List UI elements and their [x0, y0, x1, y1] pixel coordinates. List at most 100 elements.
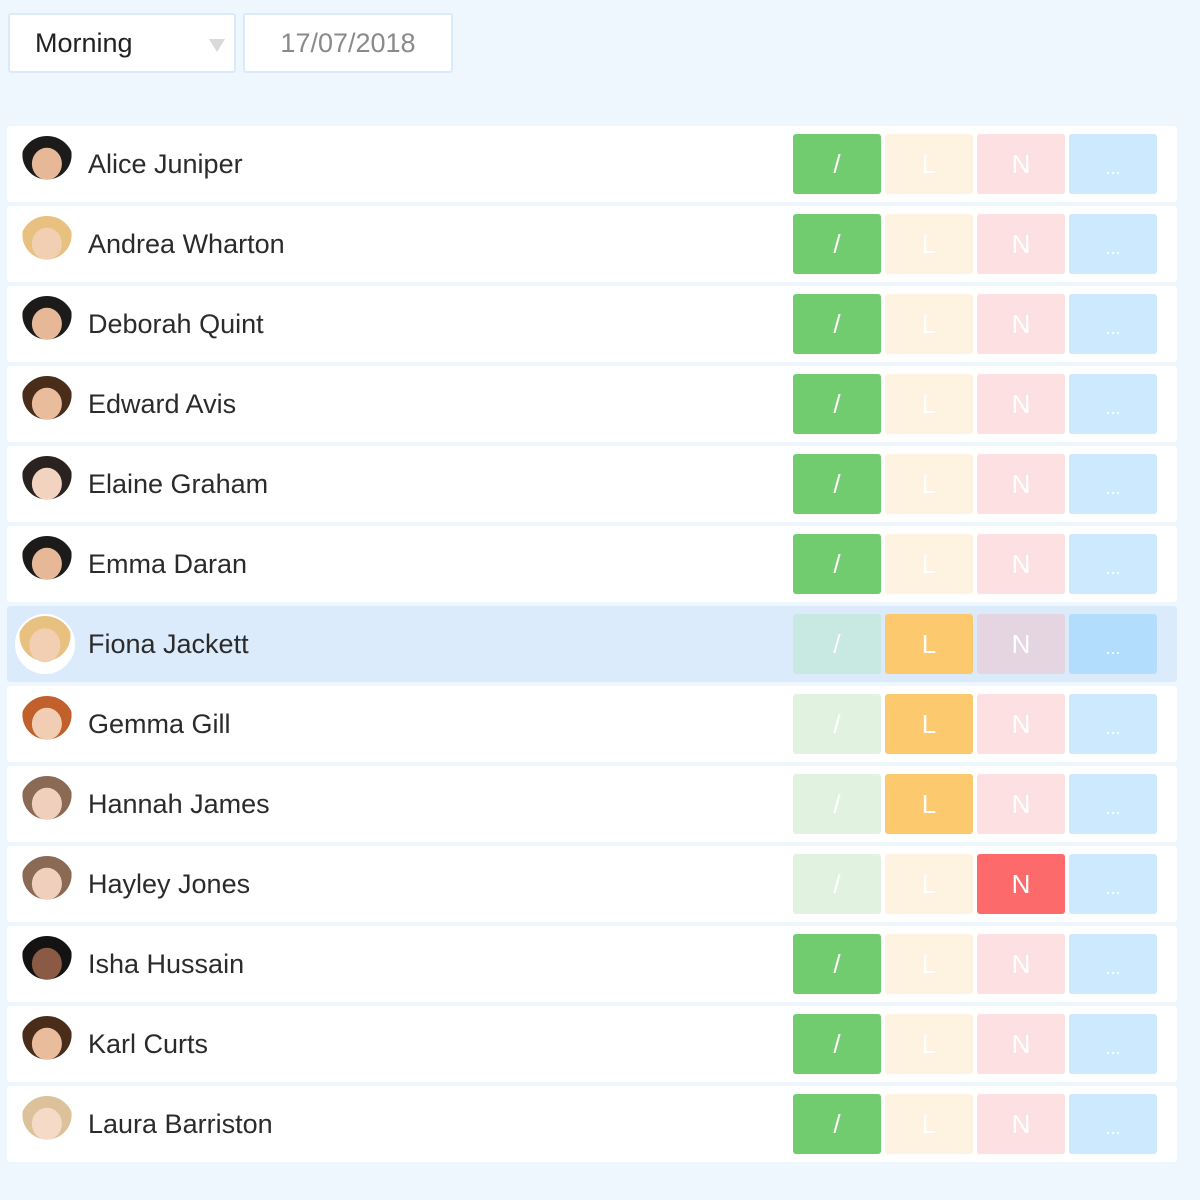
mark-present-button[interactable]: / — [793, 454, 881, 514]
mark-more-button[interactable]: ... — [1069, 774, 1157, 834]
mark-present-button[interactable]: / — [793, 854, 881, 914]
student-name: Edward Avis — [88, 388, 237, 419]
mark-late-button[interactable]: L — [885, 694, 973, 754]
student-name: Hannah James — [88, 788, 270, 819]
avatar — [15, 614, 75, 674]
attendance-buttons: / L N... — [793, 614, 1157, 674]
student-name: Hayley Jones — [88, 868, 251, 899]
attendance-buttons: / L N... — [793, 774, 1157, 834]
student-row[interactable]: Fiona Jackett / L N... — [7, 606, 1177, 682]
student-row[interactable]: Edward Avis / L N... — [7, 366, 1177, 442]
mark-present-button[interactable]: / — [793, 934, 881, 994]
mark-late-button[interactable]: L — [885, 614, 973, 674]
student-name: Karl Curts — [88, 1028, 209, 1059]
mark-late-button[interactable]: L — [885, 774, 973, 834]
student-name: Elaine Graham — [88, 468, 269, 499]
student-row[interactable]: Andrea Wharton / L N... — [7, 206, 1177, 282]
student-name: Emma Daran — [88, 548, 248, 579]
mark-present-button[interactable]: / — [793, 214, 881, 274]
student-row[interactable]: Elaine Graham / L N... — [7, 446, 1177, 522]
mark-more-button[interactable]: ... — [1069, 294, 1157, 354]
mark-absent-button[interactable]: N — [977, 534, 1065, 594]
student-row[interactable]: Gemma Gill / L N... — [7, 686, 1177, 762]
mark-more-button[interactable]: ... — [1069, 214, 1157, 274]
chevron-down-icon — [209, 39, 225, 52]
student-name: Gemma Gill — [88, 708, 231, 739]
mark-present-button[interactable]: / — [793, 1014, 881, 1074]
mark-late-button[interactable]: L — [885, 934, 973, 994]
mark-late-button[interactable]: L — [885, 294, 973, 354]
student-row[interactable]: Alice Juniper / L N... — [7, 126, 1177, 202]
student-list: Alice Juniper / L N... Andrea Wharton / L N... D… — [7, 126, 1177, 1166]
mark-more-button[interactable]: ... — [1069, 854, 1157, 914]
mark-present-button[interactable]: / — [793, 534, 881, 594]
mark-more-button[interactable]: ... — [1069, 454, 1157, 514]
mark-absent-button[interactable]: N — [977, 614, 1065, 674]
mark-absent-button[interactable]: N — [977, 454, 1065, 514]
mark-absent-button[interactable]: N — [977, 294, 1065, 354]
mark-absent-button[interactable]: N — [977, 1094, 1065, 1154]
mark-more-button[interactable]: ... — [1069, 934, 1157, 994]
avatar — [20, 136, 74, 190]
student-name: Laura Barriston — [88, 1108, 273, 1139]
student-row[interactable]: Laura Barriston / L N... — [7, 1086, 1177, 1162]
mark-absent-button[interactable]: N — [977, 934, 1065, 994]
avatar — [20, 296, 74, 350]
mark-absent-button[interactable]: N — [977, 774, 1065, 834]
avatar — [20, 376, 74, 430]
mark-late-button[interactable]: L — [885, 534, 973, 594]
attendance-buttons: / L N... — [793, 1094, 1157, 1154]
mark-absent-button[interactable]: N — [977, 854, 1065, 914]
attendance-buttons: / L N... — [793, 134, 1157, 194]
student-row[interactable]: Hannah James / L N... — [7, 766, 1177, 842]
attendance-buttons: / L N... — [793, 1014, 1157, 1074]
attendance-buttons: / L N... — [793, 534, 1157, 594]
mark-late-button[interactable]: L — [885, 454, 973, 514]
mark-present-button[interactable]: / — [793, 294, 881, 354]
mark-absent-button[interactable]: N — [977, 374, 1065, 434]
student-row[interactable]: Karl Curts / L N... — [7, 1006, 1177, 1082]
date-field[interactable]: 17/07/2018 — [243, 13, 453, 73]
mark-late-button[interactable]: L — [885, 854, 973, 914]
mark-absent-button[interactable]: N — [977, 214, 1065, 274]
avatar — [20, 456, 74, 510]
mark-late-button[interactable]: L — [885, 374, 973, 434]
student-name: Andrea Wharton — [88, 228, 285, 259]
mark-present-button[interactable]: / — [793, 774, 881, 834]
mark-more-button[interactable]: ... — [1069, 134, 1157, 194]
mark-absent-button[interactable]: N — [977, 694, 1065, 754]
mark-present-button[interactable]: / — [793, 694, 881, 754]
mark-more-button[interactable]: ... — [1069, 1014, 1157, 1074]
student-name: Deborah Quint — [88, 308, 264, 339]
mark-late-button[interactable]: L — [885, 134, 973, 194]
mark-late-button[interactable]: L — [885, 1094, 973, 1154]
mark-present-button[interactable]: / — [793, 374, 881, 434]
student-row[interactable]: Isha Hussain / L N... — [7, 926, 1177, 1002]
mark-more-button[interactable]: ... — [1069, 614, 1157, 674]
student-row[interactable]: Hayley Jones / L N... — [7, 846, 1177, 922]
mark-late-button[interactable]: L — [885, 214, 973, 274]
student-row[interactable]: Emma Daran / L N... — [7, 526, 1177, 602]
mark-present-button[interactable]: / — [793, 1094, 881, 1154]
avatar — [20, 936, 74, 990]
student-name: Isha Hussain — [88, 948, 245, 979]
attendance-buttons: / L N... — [793, 214, 1157, 274]
attendance-buttons: / L N... — [793, 854, 1157, 914]
mark-more-button[interactable]: ... — [1069, 1094, 1157, 1154]
mark-late-button[interactable]: L — [885, 1014, 973, 1074]
mark-absent-button[interactable]: N — [977, 1014, 1065, 1074]
mark-more-button[interactable]: ... — [1069, 534, 1157, 594]
mark-more-button[interactable]: ... — [1069, 374, 1157, 434]
attendance-buttons: / L N... — [793, 294, 1157, 354]
student-row[interactable]: Deborah Quint / L N... — [7, 286, 1177, 362]
mark-absent-button[interactable]: N — [977, 134, 1065, 194]
avatar — [20, 536, 74, 590]
avatar — [20, 696, 74, 750]
mark-more-button[interactable]: ... — [1069, 694, 1157, 754]
attendance-buttons: / L N... — [793, 934, 1157, 994]
mark-present-button[interactable]: / — [793, 134, 881, 194]
date-field-value: 17/07/2018 — [280, 27, 416, 58]
session-select[interactable]: Morning — [8, 13, 236, 73]
mark-present-button[interactable]: / — [793, 614, 881, 674]
avatar — [20, 1016, 74, 1070]
